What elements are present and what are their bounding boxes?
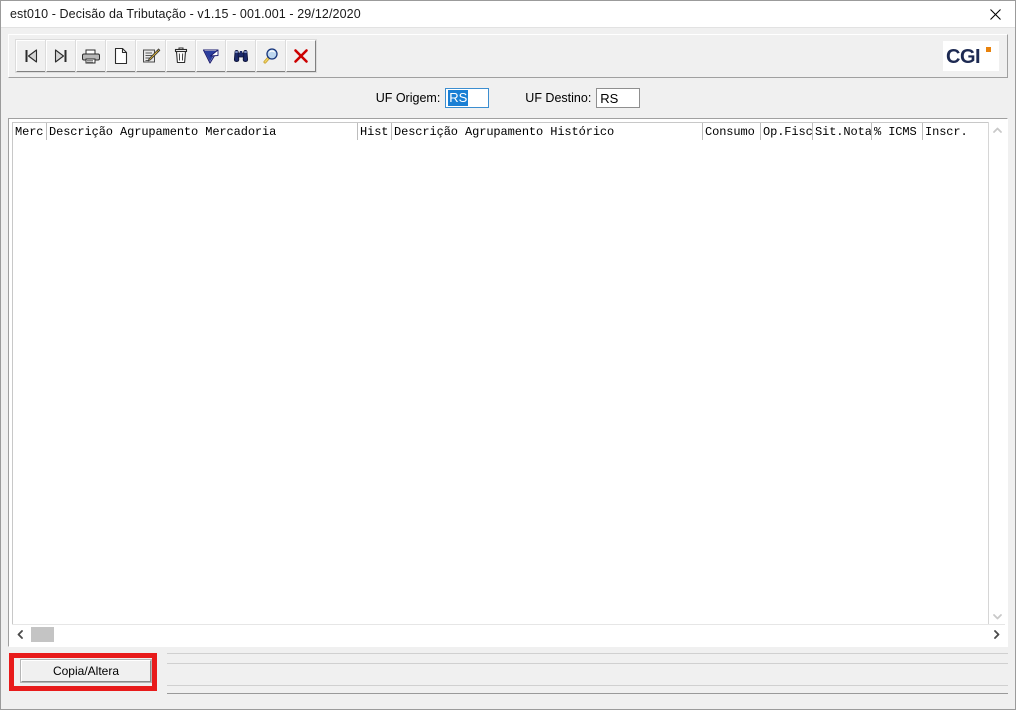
status-divider (167, 685, 1008, 686)
grid-main: Merc Descrição Agrupamento Mercadoria Hist… (12, 122, 988, 624)
filter-funnel-icon (201, 47, 221, 65)
grid-header-cell-op_fisc[interactable]: Op.Fisc (761, 123, 813, 140)
close-icon[interactable] (975, 2, 1015, 27)
grid-header-cell-sit_nota[interactable]: Sit.Nota (813, 123, 872, 140)
edit-button[interactable] (135, 39, 167, 73)
uf-origem-input[interactable]: RS (445, 88, 490, 108)
grid-header-row: Merc Descrição Agrupamento Mercadoria Hist… (13, 123, 988, 141)
grid-header-cell-merc[interactable]: Merc (13, 123, 47, 140)
chevron-left-icon[interactable] (12, 626, 29, 643)
printer-icon (81, 47, 101, 65)
chevron-up-icon[interactable] (989, 122, 1005, 138)
footer-area: Copia/Altera (1, 647, 1015, 709)
grid-header-cell-desc_agrup_merc[interactable]: Descrição Agrupamento Mercadoria (47, 123, 358, 140)
uf-destino-input[interactable]: RS (596, 88, 641, 108)
copia-altera-button[interactable]: Copia/Altera (20, 659, 152, 683)
new-document-icon (113, 47, 129, 65)
status-divider (167, 693, 1008, 694)
zoom-button[interactable] (255, 39, 287, 73)
chevron-down-icon[interactable] (989, 608, 1005, 624)
first-record-icon (22, 47, 40, 65)
uf-destino-group: UF Destino: RS (525, 88, 641, 108)
client-area: CGI UF Origem: RS UF Destino: RS Merc De… (1, 28, 1015, 709)
filter-button[interactable] (195, 39, 227, 73)
svg-text:CGI: CGI (946, 46, 980, 68)
magnifier-icon (262, 47, 280, 65)
delete-button[interactable] (165, 39, 197, 73)
uf-origem-value: RS (448, 90, 469, 106)
cgi-logo: CGI (943, 41, 999, 71)
chevron-right-icon[interactable] (988, 626, 1005, 643)
uf-destino-value: RS (600, 90, 619, 106)
new-button[interactable] (105, 39, 137, 73)
trash-icon (173, 47, 189, 65)
filter-row: UF Origem: RS UF Destino: RS (1, 83, 1015, 113)
find-button[interactable] (225, 39, 257, 73)
print-button[interactable] (75, 39, 107, 73)
application-window: est010 - Decisão da Tributação - v1.15 -… (0, 0, 1016, 710)
uf-destino-label: UF Destino: (525, 91, 592, 105)
grid-body-wrapper: Merc Descrição Agrupamento Mercadoria Hist… (9, 119, 1007, 624)
title-bar: est010 - Decisão da Tributação - v1.15 -… (1, 1, 1015, 28)
grid-rows (13, 141, 988, 624)
toolbar: CGI (8, 34, 1008, 78)
red-x-icon (292, 47, 310, 65)
grid-header-cell-hist[interactable]: Hist (358, 123, 392, 140)
grid-header-cell-consumo[interactable]: Consumo (703, 123, 761, 140)
grid-header-cell-inscr[interactable]: Inscr. (923, 123, 970, 140)
status-divider (167, 663, 1008, 664)
status-divider (167, 653, 1008, 654)
cancel-button[interactable] (285, 39, 317, 73)
last-record-button[interactable] (45, 39, 77, 73)
data-grid: Merc Descrição Agrupamento Mercadoria Hist… (8, 118, 1008, 647)
pencil-edit-icon (141, 47, 161, 65)
horizontal-scroll-thumb[interactable] (31, 627, 54, 642)
first-record-button[interactable] (15, 39, 47, 73)
window-title: est010 - Decisão da Tributação - v1.15 -… (10, 7, 361, 21)
toolbar-button-group (15, 39, 317, 73)
vertical-scrollbar[interactable] (988, 122, 1005, 624)
grid-header-cell-pct_icms[interactable]: % ICMS (872, 123, 923, 140)
uf-origem-group: UF Origem: RS (376, 88, 490, 108)
horizontal-scroll-track[interactable] (29, 626, 988, 643)
uf-origem-label: UF Origem: (375, 91, 441, 105)
grid-header-cell-desc_agrup_hist[interactable]: Descrição Agrupamento Histórico (392, 123, 703, 140)
status-panel (167, 653, 1008, 699)
horizontal-scrollbar[interactable] (12, 624, 1005, 644)
binoculars-icon (231, 47, 251, 65)
last-record-icon (52, 47, 70, 65)
